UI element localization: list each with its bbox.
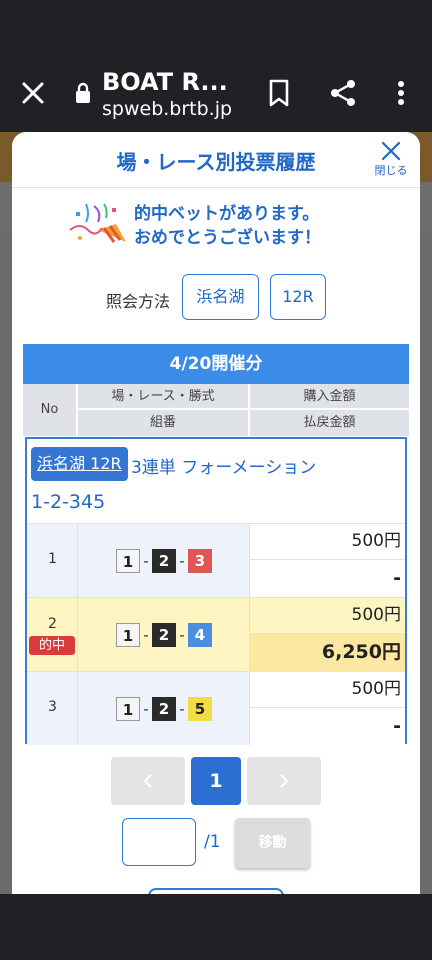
modal-header: 場・レース別投票履歴 閉じる <box>12 132 420 188</box>
system-navigation-bar <box>0 894 432 960</box>
hit-badge: 的中 <box>29 636 75 655</box>
page-total: /1 <box>204 832 221 852</box>
share-icon[interactable] <box>326 76 360 110</box>
header-payout: 払戻金額 <box>250 410 409 436</box>
header-purchase: 購入金額 <box>250 384 409 409</box>
row-purchase: 500円 <box>250 598 405 634</box>
bet-history-modal: 場・レース別投票履歴 閉じる 的中ベットがあります。 おめでとうございます！ 照… <box>12 132 420 894</box>
boat-number: 2 <box>152 549 176 573</box>
lock-icon <box>74 82 92 104</box>
combo-dash: - <box>143 700 149 718</box>
prev-page-button[interactable] <box>111 757 185 805</box>
more-options-icon[interactable] <box>386 76 416 110</box>
row-no: 3 <box>27 672 78 745</box>
formation-combo: 1-2-345 <box>31 491 106 513</box>
modal-title: 場・レース別投票履歴 <box>116 150 316 174</box>
current-page-button[interactable]: 1 <box>191 757 241 805</box>
close-tab-icon[interactable] <box>16 76 50 110</box>
chevron-left-icon <box>143 774 152 788</box>
close-icon <box>381 141 401 161</box>
modal-close-button[interactable]: 閉じる <box>368 138 414 184</box>
boat-number: 5 <box>188 697 212 721</box>
combo-dash: - <box>179 552 185 570</box>
move-page-button[interactable]: 移動 <box>235 818 310 868</box>
modal-close-label: 閉じる <box>374 164 408 177</box>
boat-number: 3 <box>188 549 212 573</box>
bookmark-icon[interactable] <box>264 76 294 110</box>
row-no: 2 的中 <box>27 598 78 671</box>
header-race: 場・レース・勝式 <box>78 384 249 409</box>
bet-ticket: 浜名湖 12R 3連単 フォーメーション 1-2-345 1 1-2-3 500… <box>25 437 407 745</box>
browser-page-title: BOAT R... <box>102 68 228 96</box>
page-number-input[interactable] <box>122 818 196 866</box>
header-combo: 組番 <box>78 410 249 436</box>
row-combo: 1-2-5 <box>78 672 250 745</box>
combo-dash: - <box>143 626 149 644</box>
chevron-right-icon <box>280 774 289 788</box>
boat-number: 1 <box>116 549 140 573</box>
bet-type: 3連単 フォーメーション <box>131 458 317 478</box>
congrats-line-2: おめでとうございます！ <box>134 228 321 248</box>
row-purchase: 500円 <box>250 672 405 708</box>
query-method-label: 照会方法 <box>106 292 171 311</box>
boat-number: 2 <box>152 697 176 721</box>
combo-dash: - <box>143 552 149 570</box>
congrats-line-1: 的中ベットがあります。 <box>134 204 320 224</box>
combo-dash: - <box>179 700 185 718</box>
party-popper-icon <box>68 200 130 248</box>
header-no: No <box>23 384 77 436</box>
status-bar <box>0 0 432 52</box>
table-row: 2 的中 1-2-4 500円 6,250円 <box>27 597 405 671</box>
boat-number: 2 <box>152 623 176 647</box>
row-payout: - <box>250 560 405 597</box>
table-row: 3 1-2-5 500円 - <box>27 671 405 745</box>
browser-toolbar: BOAT R... spweb.brtb.jp <box>0 52 432 132</box>
place-race-link[interactable]: 浜名湖 12R <box>31 447 128 481</box>
row-purchase: 500円 <box>250 524 405 560</box>
next-page-button[interactable] <box>247 757 321 805</box>
boat-number: 4 <box>188 623 212 647</box>
browser-url[interactable]: spweb.brtb.jp <box>102 98 232 120</box>
row-combo: 1-2-3 <box>78 524 250 597</box>
row-no: 1 <box>27 524 78 597</box>
table-row: 1 1-2-3 500円 - <box>27 523 405 597</box>
boat-number: 1 <box>116 697 140 721</box>
query-race-button[interactable]: 12R <box>270 274 326 320</box>
row-payout: - <box>250 708 405 745</box>
row-combo: 1-2-4 <box>78 598 250 671</box>
boat-number: 1 <box>116 623 140 647</box>
query-place-button[interactable]: 浜名湖 <box>182 274 259 320</box>
date-header: 4/20開催分 <box>23 344 409 384</box>
congratulations-message: 的中ベットがあります。 おめでとうございます！ <box>134 202 321 250</box>
combo-dash: - <box>179 626 185 644</box>
row-payout: 6,250円 <box>250 634 405 671</box>
